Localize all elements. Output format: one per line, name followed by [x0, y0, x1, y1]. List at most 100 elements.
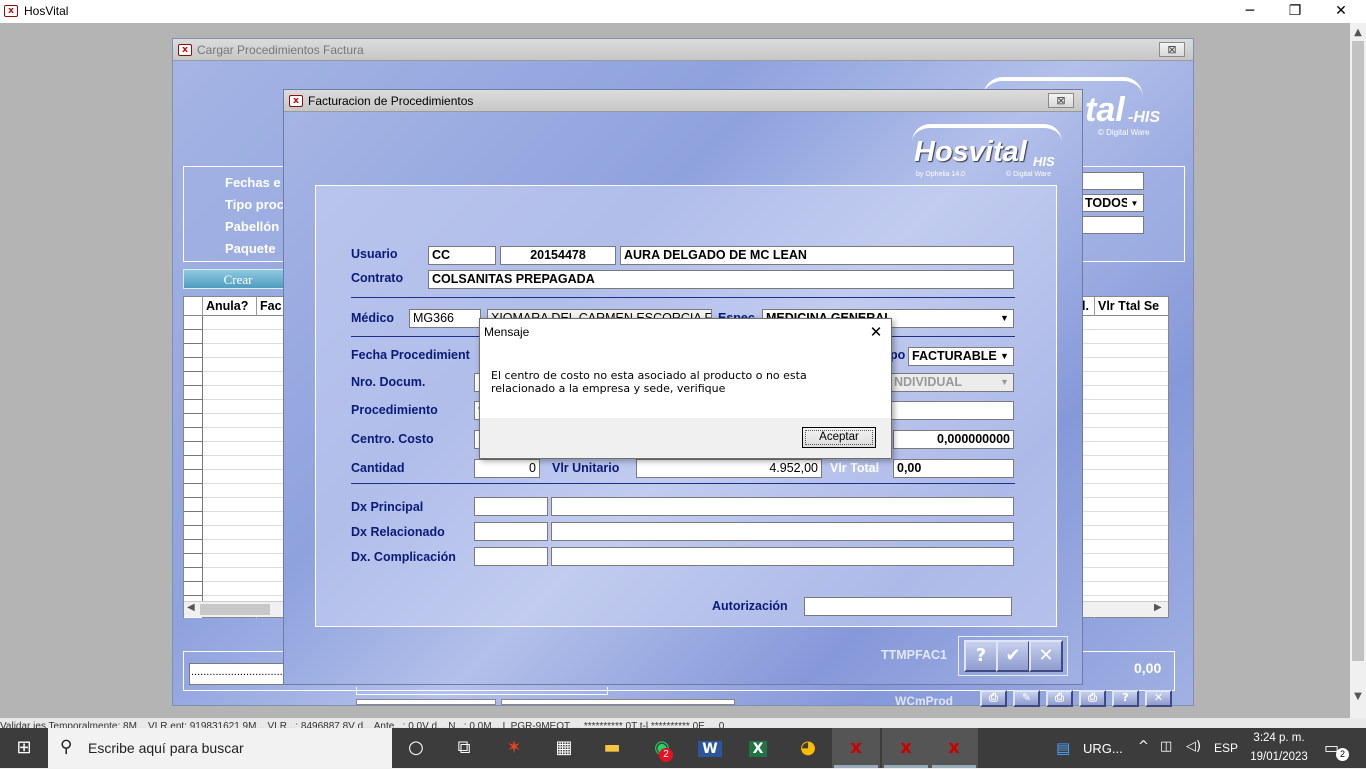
tipo-label: po [890, 348, 906, 362]
help-button[interactable]: ? [964, 640, 998, 672]
hosvital-logo-text: Hosvital [914, 136, 1027, 168]
close-button[interactable]: ✕ [1318, 0, 1364, 23]
taskbar-search[interactable]: ⚲ Escribe aquí para buscar [48, 728, 392, 768]
urg-label[interactable]: URG... [1083, 741, 1123, 756]
tipo-value: FACTURABLE [912, 349, 997, 363]
digital-ware-text: © Digital Ware [1006, 171, 1051, 178]
crear-button[interactable]: Crear [183, 269, 293, 289]
nro-docum-label: Nro. Docum. [351, 375, 426, 389]
usuario-label: Usuario [351, 247, 398, 261]
help-icon[interactable]: ? [1112, 690, 1139, 707]
procedimiento-desc-field[interactable] [890, 401, 1014, 420]
cancel-button[interactable]: ✕ [1029, 640, 1063, 672]
dialog-footer: Aceptar [480, 418, 891, 458]
scroll-down-icon[interactable]: ▼ [1350, 689, 1366, 705]
tipo-select[interactable]: FACTURABLE ▼ [908, 347, 1014, 366]
vlr-unitario-label: Vlr Unitario [552, 461, 620, 475]
hosvital-app-icon[interactable]: ✶ [490, 728, 538, 768]
fecha-procedimiento-label: Fecha Procedimient [351, 348, 470, 362]
vertical-scrollbar[interactable]: ▲ ▼ [1350, 23, 1366, 718]
bottom-frame [356, 687, 608, 695]
hosvital-taskbar-icon[interactable]: x [930, 728, 978, 768]
dx-relacionado-code[interactable] [474, 522, 548, 541]
status-bar: Validar ies Temporalmente: 8M... VLR.ent… [0, 718, 1366, 728]
individual-value: NDIVIDUAL [894, 375, 963, 389]
windows-start-icon[interactable]: ⊞ [0, 728, 48, 768]
usuario-tipo-field[interactable]: CC [428, 246, 496, 265]
costo-value-field[interactable]: 0,000000000 [893, 430, 1014, 449]
vlr-total-field[interactable]: 0,00 [893, 459, 1014, 478]
chevron-up-icon[interactable]: ^ [1138, 739, 1149, 754]
scroll-left-icon[interactable]: ◀ [187, 602, 195, 613]
hosvital-taskbar-icon[interactable]: x [832, 728, 880, 768]
news-icon[interactable]: ▤ [1056, 739, 1070, 757]
fechas-field[interactable] [1082, 172, 1144, 190]
facturacion-close-button[interactable]: ⊠ [1048, 93, 1074, 108]
row-selectors[interactable] [184, 316, 203, 618]
message-dialog: Mensaje ✕ El centro de costo no esta aso… [479, 318, 892, 459]
language-indicator[interactable]: ESP [1214, 741, 1238, 755]
col-vlr-ttal[interactable]: Vlr Ttal Se [1098, 299, 1159, 313]
dialog-title: Mensaje [484, 325, 530, 339]
print-icon[interactable]: ⎙ [980, 690, 1007, 707]
whatsapp-badge: 2 [659, 748, 673, 762]
col-l[interactable]: l. [1082, 299, 1089, 313]
task-view-icon[interactable]: ⧉ [440, 728, 488, 768]
cortana-icon[interactable]: ○ [392, 728, 440, 768]
print-icon[interactable]: ⎙ [1046, 690, 1073, 707]
hscroll-thumb[interactable] [200, 604, 270, 615]
vlr-unitario-field[interactable]: 4.952,00 [636, 459, 822, 478]
scroll-thumb[interactable] [1352, 41, 1364, 661]
cantidad-field[interactable]: 0 [474, 459, 540, 478]
dialog-close-icon[interactable]: ✕ [866, 321, 886, 343]
word-icon[interactable]: W [686, 728, 734, 768]
accept-button[interactable]: ✔ [996, 640, 1030, 672]
clock-time[interactable]: 3:24 p. m. [1250, 732, 1308, 744]
autorizacion-field[interactable] [804, 597, 1012, 616]
maximize-button[interactable]: ❐ [1272, 0, 1318, 23]
dx-complicacion-code[interactable] [474, 547, 548, 566]
usuario-nombre-field[interactable]: AURA DELGADO DE MC LEAN [620, 246, 1014, 265]
clock-date[interactable]: 19/01/2023 [1246, 751, 1312, 763]
cargar-close-button[interactable]: ⊠ [1159, 42, 1185, 57]
hosvital-taskbar-icon[interactable]: x [882, 728, 930, 768]
chevron-down-icon[interactable]: ▼ [1127, 196, 1142, 211]
scroll-right-icon[interactable]: ▶ [1154, 602, 1162, 613]
calculator-icon[interactable]: ▦ [540, 728, 588, 768]
tipo-label: Tipo proc [225, 197, 284, 212]
chevron-down-icon[interactable]: ▼ [997, 375, 1012, 390]
dx-principal-desc[interactable] [551, 497, 1014, 516]
usuario-documento-field[interactable]: 20154478 [500, 246, 616, 265]
print-icon[interactable]: ⎙ [1079, 690, 1106, 707]
excel-icon[interactable]: X [734, 728, 782, 768]
chevron-down-icon[interactable]: ▼ [997, 349, 1012, 364]
his-logo-text: -HIS [1128, 109, 1160, 126]
dx-relacionado-label: Dx Relacionado [351, 525, 445, 539]
network-icon[interactable]: ◫ [1160, 739, 1172, 754]
tipo-select[interactable]: TODOS ▼ [1082, 194, 1144, 212]
col-anula[interactable]: Anula? [206, 299, 248, 313]
minimize-button[interactable]: ─ [1227, 0, 1273, 23]
chevron-down-icon[interactable]: ▼ [997, 311, 1012, 326]
contrato-field[interactable]: COLSANITAS PREPAGADA [428, 270, 1014, 289]
bottom-tab-2[interactable] [501, 699, 735, 705]
pabellon-field[interactable] [1082, 216, 1144, 234]
aceptar-button[interactable]: Aceptar [802, 427, 876, 448]
chrome-icon[interactable]: ◕ [784, 728, 832, 768]
file-explorer-icon[interactable]: ▬ [588, 728, 636, 768]
search-icon: ⚲ [60, 737, 73, 757]
col-fac[interactable]: Fac [260, 299, 282, 313]
dx-complicacion-desc[interactable] [551, 547, 1014, 566]
vlr-total-label: Vlr Total [830, 461, 880, 475]
medico-code-field[interactable]: MG366 [409, 309, 481, 328]
dx-principal-code[interactable] [474, 497, 548, 516]
close-icon[interactable]: ✕ [1145, 690, 1172, 707]
edit-icon[interactable]: ✎ [1013, 690, 1040, 707]
bottom-left-field[interactable]: ................................ [189, 663, 284, 685]
scroll-up-icon[interactable]: ▲ [1350, 25, 1366, 41]
bottom-tab-1[interactable] [356, 699, 496, 705]
paquete-label: Paquete [225, 241, 276, 256]
volume-icon[interactable]: ◁) [1186, 739, 1201, 754]
individual-select[interactable]: NDIVIDUAL ▼ [890, 373, 1014, 392]
dx-relacionado-desc[interactable] [551, 522, 1014, 541]
